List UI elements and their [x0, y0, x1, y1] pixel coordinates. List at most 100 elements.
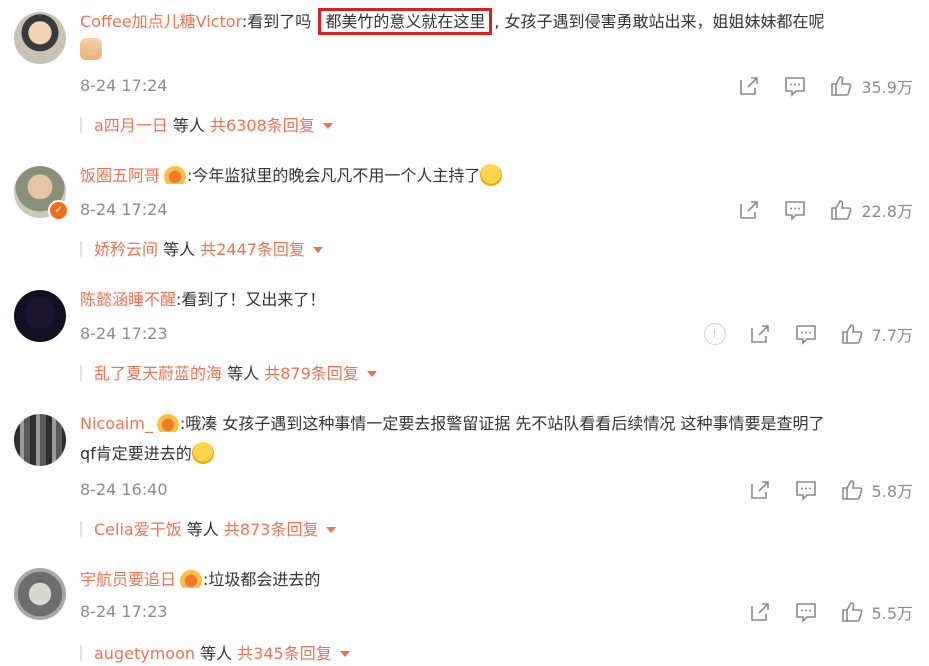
share-button[interactable] — [748, 322, 772, 346]
comment-date: 8-24 17:24 — [80, 200, 168, 219]
comment-actions: 22.8万 — [715, 198, 913, 222]
share-button[interactable] — [737, 198, 761, 222]
comment-body-line2: qf肯定要进去的 — [80, 444, 192, 463]
comment-text: Nicoaim_:哦凑 女孩子遇到这种事情一定要去报警留证据 先不站队看看后续情… — [80, 412, 825, 436]
reply-others-label: 等人 — [181, 520, 224, 539]
share-icon — [750, 481, 769, 499]
comment-text: 饭圈五阿哥 :今年监狱里的晚会凡凡不用一个人主持了 — [80, 164, 503, 188]
share-button[interactable] — [748, 600, 772, 624]
like-icon — [841, 480, 863, 500]
reply-summary[interactable]: 娇矜云间 等人 共2447条回复 — [80, 238, 323, 262]
comment-text-line2 — [80, 38, 102, 62]
like-icon — [841, 602, 863, 622]
comment-date: 8-24 16:40 — [80, 480, 168, 499]
like-icon — [841, 324, 863, 344]
comment-body: :今年监狱里的晚会凡凡不用一个人主持了 — [187, 166, 481, 185]
like-count: 5.8万 — [871, 482, 913, 501]
comment-actions: 5.5万 — [726, 600, 913, 624]
triangle-down-icon[interactable] — [312, 247, 323, 253]
reply-username[interactable]: 娇矜云间 — [94, 240, 158, 259]
reply-username[interactable]: Celia爱干饭 — [94, 520, 182, 539]
triangle-down-icon[interactable] — [366, 371, 377, 377]
comment-text-line2: qf肯定要进去的 — [80, 442, 214, 466]
like-count: 7.7万 — [871, 326, 913, 345]
comment-username[interactable]: 饭圈五阿哥 — [80, 166, 160, 185]
comment-actions: ! 7.7万 — [682, 322, 913, 346]
reply-total[interactable]: 共6308条回复 — [210, 116, 315, 135]
reply-summary[interactable]: 乱了夏天蔚蓝的海 等人 共879条回复 — [80, 362, 377, 386]
reply-total[interactable]: 共345条回复 — [237, 644, 332, 663]
thumbs-up-emoji-icon — [80, 38, 102, 60]
reply-divider — [80, 521, 82, 537]
comment-button[interactable] — [794, 322, 818, 346]
share-button[interactable] — [737, 74, 761, 98]
reply-others-label: 等人 — [158, 240, 201, 259]
comment-button[interactable] — [783, 198, 807, 222]
report-icon: ! — [703, 323, 726, 345]
reply-others-label: 等人 — [195, 644, 238, 663]
share-icon — [740, 77, 759, 95]
reply-summary[interactable]: a四月一日 等人 共6308条回复 — [80, 114, 333, 138]
share-icon — [750, 603, 769, 621]
reply-summary[interactable]: augetymoon 等人 共345条回复 — [80, 642, 350, 666]
like-button[interactable]: 7.7万 — [840, 322, 913, 346]
reply-others-label: 等人 — [222, 364, 265, 383]
like-button[interactable]: 35.9万 — [829, 74, 913, 98]
share-icon — [740, 201, 759, 219]
like-count: 5.5万 — [871, 604, 913, 623]
like-count: 22.8万 — [861, 202, 913, 221]
avatar[interactable] — [14, 290, 66, 342]
comment-actions: 5.8万 — [726, 478, 913, 502]
crown-icon — [156, 414, 179, 432]
comment-body: :看到了吗 — [241, 12, 317, 31]
like-button[interactable]: 22.8万 — [829, 198, 913, 222]
comment-username[interactable]: 陈懿涵睡不醒 — [80, 290, 176, 309]
comment-button[interactable] — [794, 478, 818, 502]
comment-icon — [795, 481, 816, 501]
comment-username[interactable]: 宇航员要追日 — [80, 570, 176, 589]
reply-username[interactable]: 乱了夏天蔚蓝的海 — [94, 364, 222, 383]
share-button[interactable] — [748, 478, 772, 502]
comment-icon — [785, 77, 806, 97]
comment-text: Coffee加点儿糖Victor:看到了吗 都美竹的意义就在这里, 女孩子遇到侵… — [80, 8, 825, 35]
comment-username[interactable]: Nicoaim_ — [80, 414, 153, 433]
triangle-down-icon[interactable] — [326, 527, 337, 533]
reply-total[interactable]: 共879条回复 — [264, 364, 359, 383]
comment-body: :看到了！又出来了！ — [176, 290, 326, 309]
reply-divider — [80, 241, 82, 257]
like-count: 35.9万 — [861, 78, 913, 97]
crown-icon — [180, 570, 203, 588]
comment-date: 8-24 17:24 — [80, 76, 168, 95]
reply-divider — [80, 365, 82, 381]
comment-button[interactable] — [783, 74, 807, 98]
highlighted-text: 都美竹的意义就在这里 — [318, 8, 493, 35]
share-icon — [750, 325, 769, 343]
comment-date: 8-24 17:23 — [80, 324, 168, 343]
crying-emoji-icon — [480, 164, 503, 186]
reply-total[interactable]: 共2447条回复 — [200, 240, 305, 259]
avatar[interactable] — [14, 12, 66, 64]
like-button[interactable]: 5.8万 — [840, 478, 913, 502]
comment-body-tail: , 女孩子遇到侵害勇敢站出来，姐姐妹妹都在呢 — [494, 12, 825, 31]
avatar[interactable] — [14, 568, 66, 620]
verified-badge-icon: ✓ — [48, 200, 69, 221]
shrug-emoji-icon — [191, 442, 214, 464]
reply-username[interactable]: augetymoon — [94, 644, 195, 663]
avatar[interactable] — [14, 414, 66, 466]
triangle-down-icon[interactable] — [322, 123, 333, 129]
report-button[interactable]: ! — [703, 323, 726, 345]
comment-body: :垃圾都会进去的 — [203, 570, 321, 589]
comment-date: 8-24 17:23 — [80, 602, 168, 621]
like-button[interactable]: 5.5万 — [840, 600, 913, 624]
comment-button[interactable] — [794, 600, 818, 624]
crown-icon — [164, 166, 187, 184]
comment-text: 陈懿涵睡不醒:看到了！又出来了！ — [80, 288, 325, 312]
reply-divider — [80, 645, 82, 661]
reply-summary[interactable]: Celia爱干饭 等人 共873条回复 — [80, 518, 337, 542]
triangle-down-icon[interactable] — [339, 651, 350, 657]
reply-divider — [80, 117, 82, 133]
reply-total[interactable]: 共873条回复 — [224, 520, 319, 539]
comment-text: 宇航员要追日 :垃圾都会进去的 — [80, 568, 320, 592]
reply-username[interactable]: a四月一日 — [94, 116, 168, 135]
comment-username[interactable]: Coffee加点儿糖Victor — [80, 12, 242, 31]
